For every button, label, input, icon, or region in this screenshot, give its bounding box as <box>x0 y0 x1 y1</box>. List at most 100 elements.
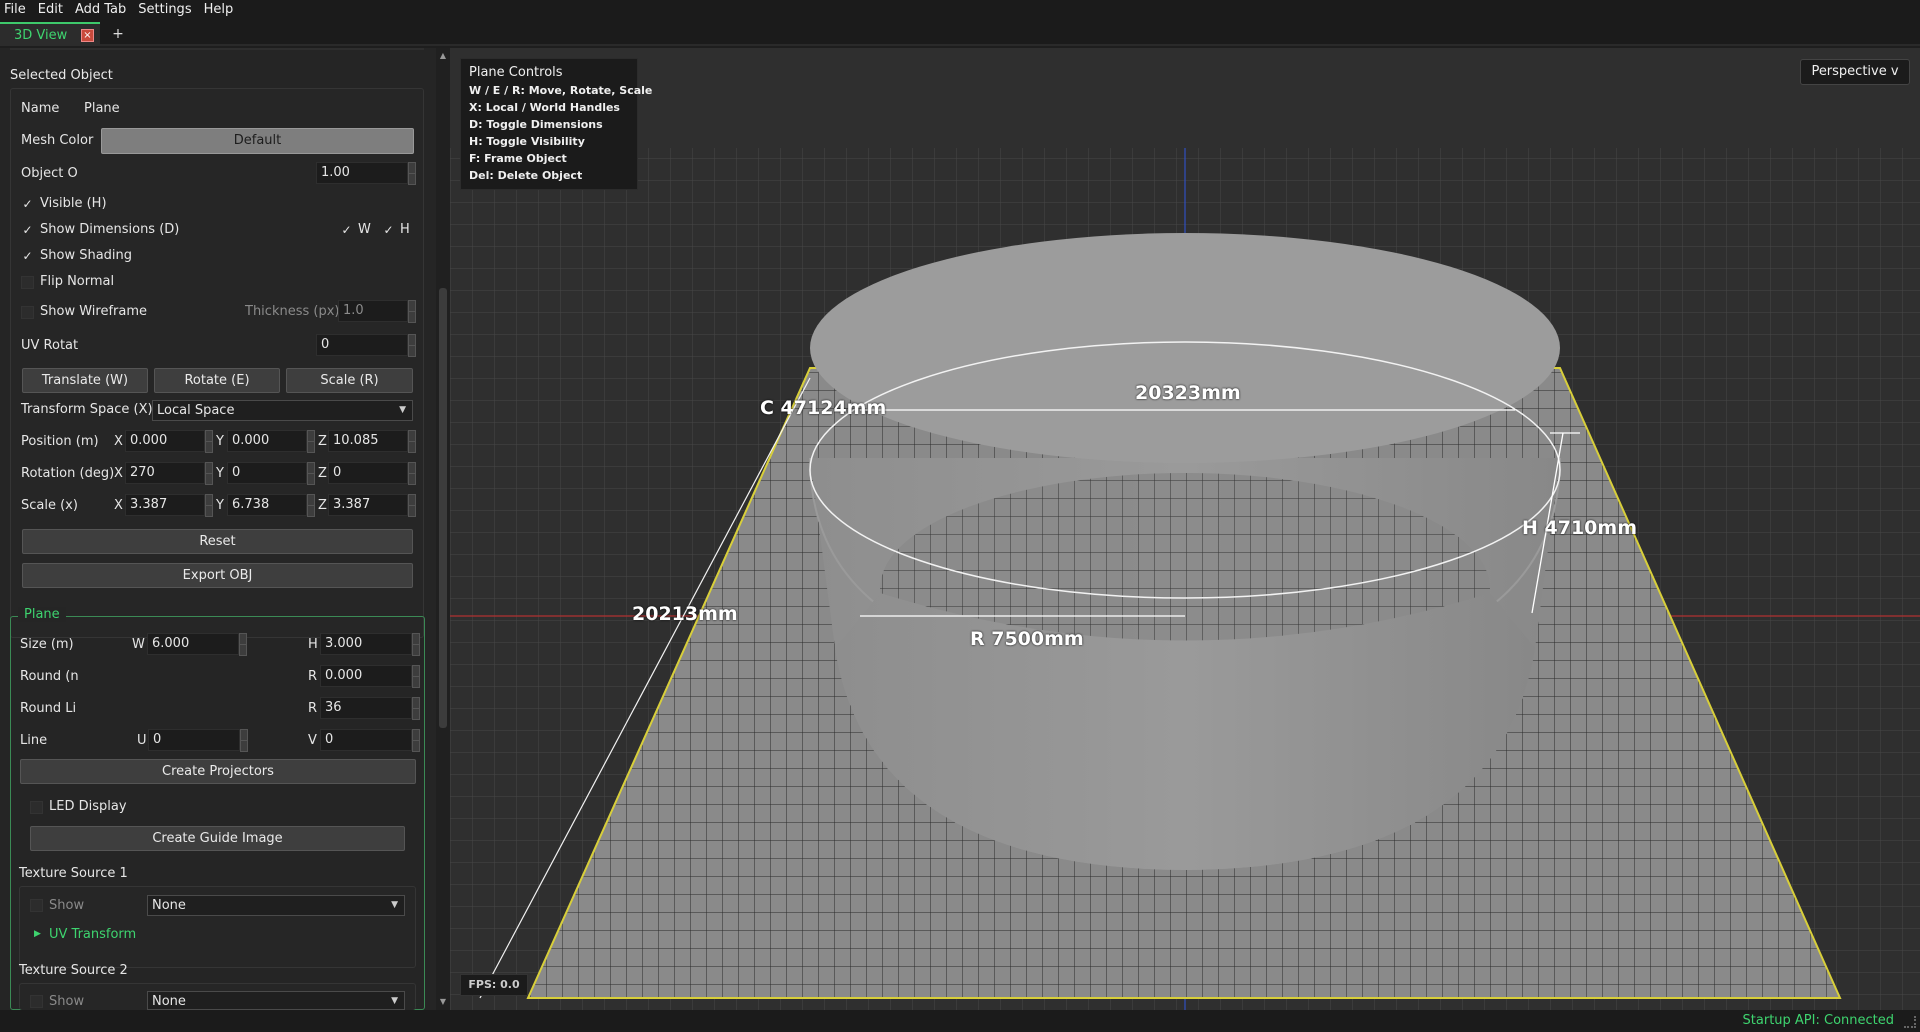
menu-bar: File Edit Add Tab Settings Help <box>0 0 1920 20</box>
uv-rotation-label: UV Rotat <box>21 338 79 353</box>
rot-x-field[interactable]: 270 <box>125 462 205 484</box>
dims-h-checkbox[interactable]: ✓ <box>382 224 395 237</box>
visible-checkbox[interactable]: ✓ <box>21 198 34 211</box>
texture-1-value: None <box>152 898 186 913</box>
scale-z-spinner[interactable] <box>408 494 416 517</box>
add-tab-button[interactable]: + <box>108 24 128 44</box>
thickness-label: Thickness (px) <box>245 304 340 319</box>
round-li-field[interactable]: 36 <box>320 697 412 719</box>
pos-z-spinner[interactable] <box>408 430 416 453</box>
control-hint: X: Local / World Handles <box>469 101 620 114</box>
scale-x-spinner[interactable] <box>205 494 213 517</box>
rotation-label: Rotation (deg) <box>21 466 115 481</box>
panel-scrollbar[interactable]: ▲ ▼ <box>436 48 450 1010</box>
texture-1-show-checkbox[interactable] <box>30 899 43 912</box>
dims-w-checkbox[interactable]: ✓ <box>340 224 353 237</box>
pos-y-field[interactable]: 0.000 <box>227 430 307 452</box>
menu-edit[interactable]: Edit <box>32 0 69 20</box>
pos-y-spinner[interactable] <box>307 430 315 453</box>
position-label: Position (m) <box>21 434 99 449</box>
reset-button[interactable]: Reset <box>22 529 413 554</box>
menu-settings[interactable]: Settings <box>132 0 197 20</box>
line-u-field[interactable]: 0 <box>148 729 240 751</box>
size-h-field[interactable]: 3.000 <box>320 633 412 655</box>
3d-viewport[interactable]: Plane Controls W / E / R: Move, Rotate, … <box>450 48 1920 1010</box>
rotate-button[interactable]: Rotate (E) <box>154 368 280 393</box>
cylinder-top <box>810 233 1560 463</box>
translate-button[interactable]: Translate (W) <box>22 368 148 393</box>
chevron-right-icon[interactable]: ▶ <box>34 929 41 939</box>
thickness-spinner[interactable] <box>408 300 416 323</box>
rot-z-field[interactable]: 0 <box>328 462 408 484</box>
export-obj-button[interactable]: Export OBJ <box>22 563 413 588</box>
line-u-label: U <box>137 733 147 748</box>
size-w-field[interactable]: 6.000 <box>147 633 239 655</box>
uv-rotation-field[interactable]: 0 <box>316 334 408 356</box>
flip-normal-checkbox[interactable] <box>21 276 34 289</box>
menu-file[interactable]: File <box>0 0 32 20</box>
texture-2-select[interactable]: None ▼ <box>147 991 405 1010</box>
scale-label: Scale (x) <box>21 498 78 513</box>
pos-x-label: X <box>114 434 123 449</box>
rot-z-spinner[interactable] <box>408 462 416 485</box>
scrollbar-thumb[interactable] <box>439 288 447 728</box>
size-w-spinner[interactable] <box>239 633 247 656</box>
resize-grip-icon[interactable] <box>1904 1016 1916 1028</box>
led-display-checkbox[interactable] <box>30 801 43 814</box>
round-n-spinner[interactable] <box>412 665 420 688</box>
show-dimensions-checkbox[interactable]: ✓ <box>21 224 34 237</box>
tab-bar: 3D View × + <box>0 20 1920 46</box>
scale-z-field[interactable]: 3.387 <box>328 494 408 516</box>
led-display-label: LED Display <box>49 799 127 814</box>
scale-x-field[interactable]: 3.387 <box>125 494 205 516</box>
thickness-field[interactable]: 1.0 <box>338 300 408 322</box>
name-field[interactable]: Plane <box>79 98 413 120</box>
menu-add-tab[interactable]: Add Tab <box>69 0 132 20</box>
scroll-down-icon[interactable]: ▼ <box>439 998 447 1006</box>
uv-transform-toggle[interactable]: UV Transform <box>49 927 136 942</box>
chevron-down-icon: ▼ <box>399 405 406 415</box>
round-n-field[interactable]: 0.000 <box>320 665 412 687</box>
properties-panel: Selected Object Name Plane Mesh Color De… <box>0 48 436 1010</box>
size-h-spinner[interactable] <box>412 633 420 656</box>
create-guide-image-button[interactable]: Create Guide Image <box>30 826 405 851</box>
transform-space-select[interactable]: Local Space ▼ <box>152 400 413 421</box>
tab-3d-view[interactable]: 3D View × <box>0 22 100 46</box>
texture-source-1-title: Texture Source 1 <box>19 866 128 881</box>
pos-x-spinner[interactable] <box>205 430 213 453</box>
scale-y-field[interactable]: 6.738 <box>227 494 307 516</box>
pos-z-field[interactable]: 10.085 <box>328 430 408 452</box>
create-projectors-button[interactable]: Create Projectors <box>20 759 416 784</box>
scale-y-spinner[interactable] <box>307 494 315 517</box>
pos-x-field[interactable]: 0.000 <box>125 430 205 452</box>
rot-y-spinner[interactable] <box>307 462 315 485</box>
show-wireframe-checkbox[interactable] <box>21 306 34 319</box>
chevron-down-icon: ▼ <box>391 996 398 1006</box>
show-shading-checkbox[interactable]: ✓ <box>21 250 34 263</box>
projection-dropdown[interactable]: Perspective v <box>1800 59 1910 85</box>
rot-y-field[interactable]: 0 <box>227 462 307 484</box>
opacity-field[interactable]: 1.00 <box>316 162 408 184</box>
line-v-field[interactable]: 0 <box>320 729 412 751</box>
close-icon[interactable]: × <box>81 29 94 42</box>
texture-2-show-checkbox[interactable] <box>30 995 43 1008</box>
line-u-spinner[interactable] <box>240 729 248 752</box>
controls-title: Plane Controls <box>469 65 563 80</box>
mesh-color-button[interactable]: Default <box>101 128 414 154</box>
slant-label: 20213mm <box>632 603 738 625</box>
menu-help[interactable]: Help <box>198 0 240 20</box>
pos-z-label: Z <box>318 434 327 449</box>
scroll-up-icon[interactable]: ▲ <box>439 52 447 60</box>
texture-1-select[interactable]: None ▼ <box>147 895 405 916</box>
api-status: Startup API: Connected <box>1742 1013 1894 1028</box>
line-v-spinner[interactable] <box>412 729 420 752</box>
height-label: H 4710mm <box>1522 517 1637 539</box>
status-bar: Startup API: Connected <box>0 1010 1920 1032</box>
round-li-spinner[interactable] <box>412 697 420 720</box>
rot-x-spinner[interactable] <box>205 462 213 485</box>
opacity-spinner[interactable] <box>408 162 416 185</box>
show-dimensions-label: Show Dimensions (D) <box>40 222 180 237</box>
scale-button[interactable]: Scale (R) <box>286 368 413 393</box>
uv-rotation-spinner[interactable] <box>408 334 416 357</box>
scale-y-label: Y <box>216 498 224 513</box>
